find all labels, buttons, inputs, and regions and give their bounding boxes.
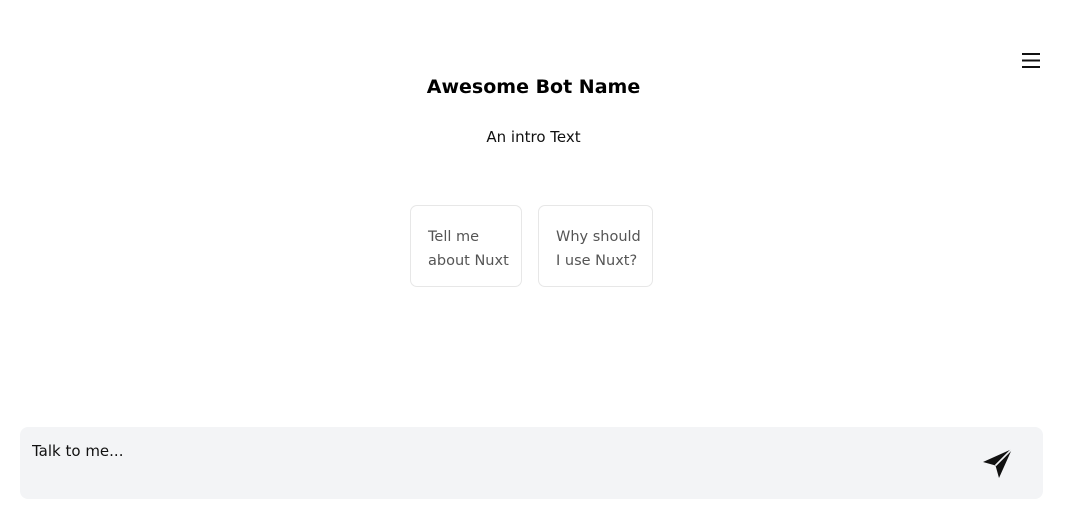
menu-button[interactable] — [1018, 50, 1044, 72]
send-button[interactable] — [978, 445, 1018, 483]
chat-page: Awesome Bot Name An intro Text Tell me a… — [0, 0, 1067, 512]
suggestion-text-line: Why should — [556, 229, 641, 245]
suggestion-text-line: I use Nuxt? — [556, 253, 638, 269]
paper-plane-send-icon — [983, 448, 1013, 478]
suggestion-text-line: Tell me — [428, 229, 480, 245]
suggestion-card-tell-me-about-nuxt[interactable]: Tell me about Nuxt — [410, 205, 522, 287]
hamburger-menu-icon — [1022, 53, 1040, 68]
message-input[interactable] — [32, 439, 932, 463]
bot-name-title: Awesome Bot Name — [426, 76, 641, 98]
suggestion-text-line: about Nuxt — [428, 253, 509, 269]
intro-text: An intro Text — [486, 128, 581, 146]
message-composer — [20, 427, 1043, 499]
suggestion-card-why-use-nuxt[interactable]: Why should I use Nuxt? — [538, 205, 653, 287]
